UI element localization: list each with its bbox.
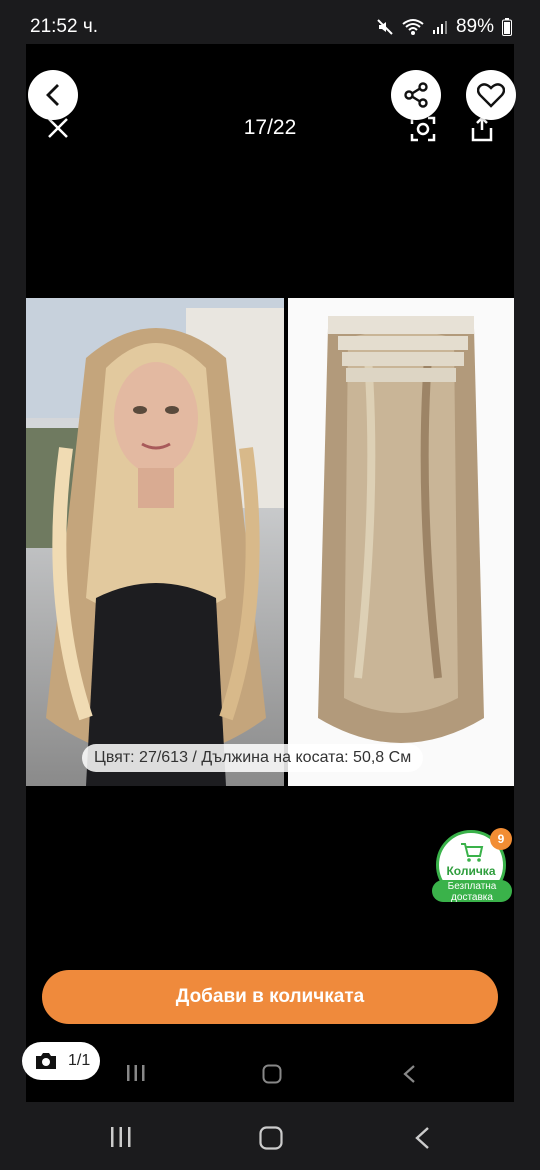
recent-apps-icon[interactable]	[110, 1126, 132, 1148]
share-icon	[404, 82, 428, 108]
variant-caption: Цвят: 27/613 / Дължина на косата: 50,8 С…	[82, 744, 424, 772]
signal-icon	[432, 21, 447, 34]
battery-icon	[502, 18, 512, 36]
status-time: 21:52 ч.	[30, 16, 99, 37]
back-icon[interactable]	[414, 1126, 430, 1150]
camera-icon	[36, 1053, 56, 1069]
model-illustration	[26, 298, 284, 786]
favorite-button[interactable]	[466, 70, 516, 120]
image-counter: 17/22	[243, 116, 297, 139]
embedded-screenshot: 17/22 Цвят: 27/613 / Дължина на косата: …	[26, 44, 514, 1102]
recent-apps-icon	[127, 1065, 145, 1081]
model-photo	[26, 298, 284, 786]
back-icon	[403, 1065, 415, 1083]
home-icon	[262, 1064, 282, 1084]
cart-count-badge: 9	[490, 828, 512, 850]
photo-count-label: 1/1	[68, 1052, 91, 1069]
free-delivery-badge: Безплатна доставка	[432, 880, 512, 903]
status-icons: 89%	[376, 16, 512, 38]
free-delivery-line1: Безплатна	[447, 881, 497, 892]
home-icon[interactable]	[259, 1126, 283, 1150]
free-delivery-line2: доставка	[451, 892, 493, 903]
add-to-cart-button[interactable]: Добави в количката	[42, 970, 498, 1024]
cart-label: Количка	[446, 864, 496, 878]
chevron-left-icon	[46, 84, 59, 106]
extension-photo	[288, 298, 514, 786]
product-photo	[26, 298, 514, 786]
system-nav-bar	[0, 1102, 540, 1170]
share-button[interactable]	[391, 70, 441, 120]
battery-percent: 89%	[455, 16, 494, 37]
heart-icon	[477, 83, 505, 108]
photo-count-pill[interactable]: 1/1	[22, 1042, 100, 1080]
wifi-icon	[402, 19, 424, 35]
mute-icon	[377, 19, 393, 35]
back-button[interactable]	[28, 70, 78, 120]
viewer-header: 17/22	[26, 44, 514, 174]
hair-extension-illustration	[318, 316, 484, 743]
cart-icon	[461, 843, 484, 862]
cart-widget[interactable]: 9 Количка Безплатна доставка	[430, 828, 512, 904]
